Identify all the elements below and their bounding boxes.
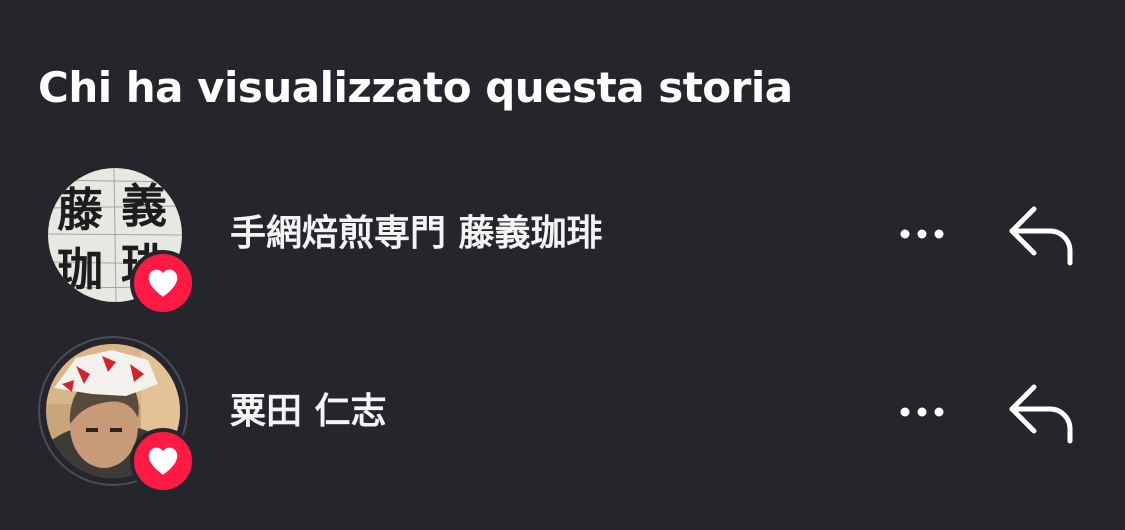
- avatar[interactable]: 藤 義 珈 琲: [36, 156, 196, 316]
- viewer-row[interactable]: 粟田 仁志: [0, 334, 1125, 494]
- logo-char: 義: [121, 179, 167, 233]
- reply-arrow-icon: [1009, 384, 1073, 444]
- viewer-row[interactable]: 藤 義 珈 琲 手網焙煎専門 藤義珈琲: [0, 156, 1125, 316]
- logo-char: 藤: [57, 183, 103, 237]
- reply-button[interactable]: [1000, 378, 1080, 448]
- more-options-button[interactable]: [890, 212, 954, 256]
- more-options-button[interactable]: [890, 390, 954, 434]
- logo-char: 珈: [57, 243, 103, 297]
- more-horizontal-icon: [900, 229, 944, 239]
- heart-icon: [130, 250, 196, 316]
- viewer-name[interactable]: 粟田 仁志: [230, 384, 387, 440]
- heart-icon: [130, 428, 196, 494]
- page-title: Chi ha visualizzato questa storia: [38, 63, 793, 112]
- viewer-name[interactable]: 手網焙煎専門 藤義珈琲: [230, 206, 603, 262]
- avatar[interactable]: [36, 334, 196, 494]
- more-horizontal-icon: [900, 407, 944, 417]
- reply-button[interactable]: [1000, 200, 1080, 270]
- reply-arrow-icon: [1009, 206, 1073, 266]
- story-viewers-page: Chi ha visualizzato questa storia 藤 義 珈 …: [0, 0, 1125, 530]
